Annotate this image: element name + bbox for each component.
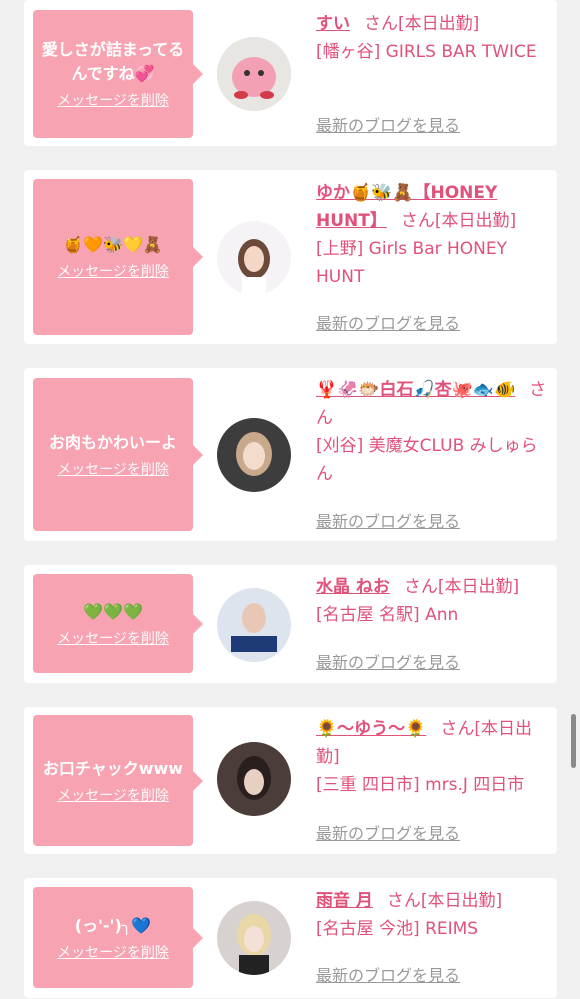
girl-photo [217, 742, 291, 816]
cast-name-link[interactable]: 雨音 月 [316, 891, 373, 911]
shop-name: [名古屋 名駅] Ann [316, 605, 459, 625]
no1-photo [217, 588, 291, 662]
delete-message-link[interactable]: メッセージを削除 [57, 90, 169, 110]
cast-name-link[interactable]: 水晶 ねお [316, 577, 390, 597]
entry-info: 🌻〜ゆう〜🌻 さん[本日出勤] [三重 四日市] mrs.J 四日市 [316, 715, 552, 799]
latest-blog-link[interactable]: 最新のブログを見る [316, 962, 460, 986]
girl-photo [217, 221, 291, 295]
message-card: お肉もかわいーよ メッセージを削除 🦞🦑🐡白石🎣杏🐙🐟🐠 さん [刈谷] 美魔女C… [24, 368, 557, 541]
scrollbar[interactable] [571, 714, 576, 768]
delete-message-link[interactable]: メッセージを削除 [57, 261, 169, 281]
shop-name: [名古屋 今池] REIMS [316, 919, 479, 939]
attendance-status: [本日出勤] [437, 577, 520, 597]
message-bubble: (っ'-')╮💙 メッセージを削除 [33, 887, 203, 988]
san-suffix: さん [364, 14, 398, 34]
message-text: お肉もかわいーよ [48, 432, 177, 452]
message-bubble: お肉もかわいーよ メッセージを削除 [33, 378, 203, 531]
avatar[interactable] [217, 221, 291, 295]
shop-name: [三重 四日市] mrs.J 四日市 [316, 775, 525, 795]
message-bubble: 愛しさが詰まってるんですね💞 メッセージを削除 [33, 10, 203, 138]
pink-plush-icon [217, 37, 291, 111]
message-bubble: 💚💚💚 メッセージを削除 [33, 574, 203, 673]
delete-message-link[interactable]: メッセージを削除 [57, 628, 169, 648]
shop-name: [刈谷] 美魔女CLUB みしゅらん [316, 436, 538, 484]
message-text: お口チャックwww [42, 758, 184, 778]
message-card: (っ'-')╮💙 メッセージを削除 雨音 月さん[本日出勤] [名古屋 今池] … [24, 878, 557, 998]
latest-blog-link[interactable]: 最新のブログを見る [316, 112, 460, 136]
message-card: 💚💚💚 メッセージを削除 水晶 ねお さん[本日出勤] [名古屋 名駅] Ann … [24, 565, 557, 683]
entry-info: 雨音 月さん[本日出勤] [名古屋 今池] REIMS [316, 887, 552, 943]
message-text: 愛しさが詰まってるんですね💞 [41, 40, 185, 83]
latest-blog-link[interactable]: 最新のブログを見る [316, 508, 460, 532]
avatar[interactable] [217, 901, 291, 975]
message-card: お口チャックwww メッセージを削除 🌻〜ゆう〜🌻 さん[本日出勤] [三重 四日… [24, 707, 557, 854]
attendance-status: [本日出勤] [398, 14, 480, 34]
entry-info: 水晶 ねお さん[本日出勤] [名古屋 名駅] Ann [316, 573, 552, 629]
cast-name-link[interactable]: 🦞🦑🐡白石🎣杏🐙🐟🐠 [316, 380, 515, 400]
message-bubble: お口チャックwww メッセージを削除 [33, 715, 203, 846]
girl-photo [217, 418, 291, 492]
shop-name: [上野] Girls Bar HONEY HUNT [316, 239, 508, 287]
message-card: 愛しさが詰まってるんですね💞 メッセージを削除 すい さん[本日出勤] [幡ヶ谷]… [24, 0, 557, 146]
delete-message-link[interactable]: メッセージを削除 [57, 459, 169, 479]
cast-name-link[interactable]: 🌻〜ゆう〜🌻 [316, 719, 426, 739]
avatar[interactable] [217, 588, 291, 662]
delete-message-link[interactable]: メッセージを削除 [57, 785, 169, 805]
san-suffix: さん [403, 577, 438, 597]
message-card: 🍯🧡🐝💛🧸 メッセージを削除 ゆか🍯🐝🧸【HONEY HUNT】 さん[本日出勤]… [24, 170, 557, 344]
latest-blog-link[interactable]: 最新のブログを見る [316, 310, 460, 334]
san-suffix: さん [400, 211, 435, 231]
cast-name-link[interactable]: すい [316, 14, 350, 34]
message-text: 💚💚💚 [83, 601, 143, 621]
entry-info: ゆか🍯🐝🧸【HONEY HUNT】 さん[本日出勤] [上野] Girls Bar… [316, 179, 552, 291]
girl-photo [217, 901, 291, 975]
message-text: 🍯🧡🐝💛🧸 [63, 235, 163, 254]
avatar[interactable] [217, 418, 291, 492]
entry-info: 🦞🦑🐡白石🎣杏🐙🐟🐠 さん [刈谷] 美魔女CLUB みしゅらん [316, 376, 552, 488]
entry-info: すい さん[本日出勤] [幡ヶ谷] GIRLS BAR TWICE [316, 10, 552, 66]
message-bubble: 🍯🧡🐝💛🧸 メッセージを削除 [33, 179, 203, 335]
avatar[interactable] [217, 37, 291, 111]
delete-message-link[interactable]: メッセージを削除 [57, 942, 169, 962]
san-suffix: さん [386, 891, 421, 911]
san-suffix: さん [440, 719, 475, 739]
message-text: (っ'-')╮💙 [74, 915, 152, 935]
latest-blog-link[interactable]: 最新のブログを見る [316, 820, 460, 844]
attendance-status: [本日出勤] [434, 211, 517, 231]
attendance-status: [本日出勤] [420, 891, 503, 911]
latest-blog-link[interactable]: 最新のブログを見る [316, 649, 460, 673]
shop-name: [幡ヶ谷] GIRLS BAR TWICE [316, 42, 537, 62]
avatar[interactable] [217, 742, 291, 816]
